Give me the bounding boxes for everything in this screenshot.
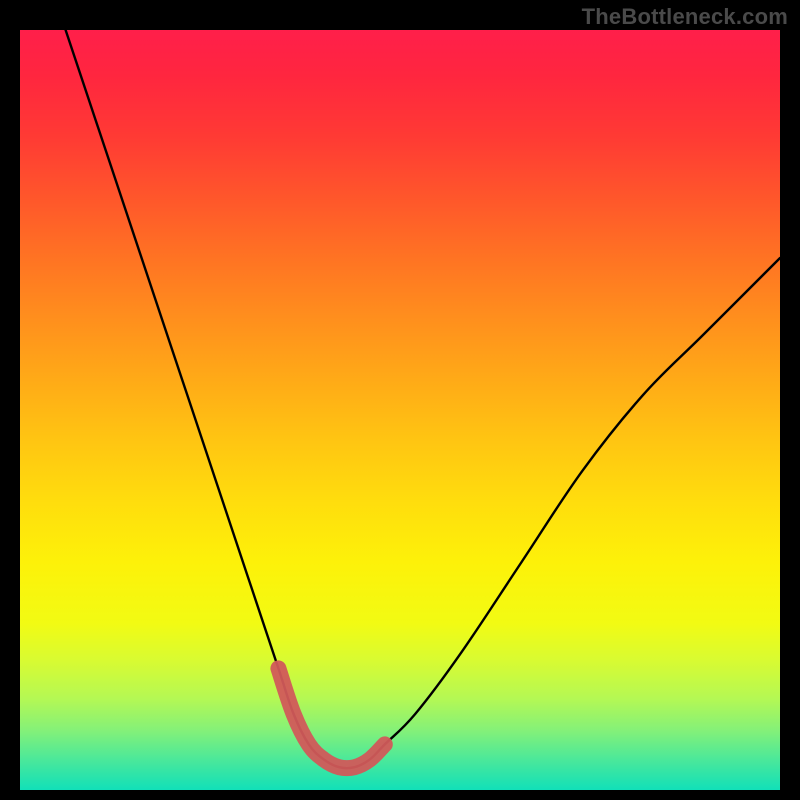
curve-svg [20,30,780,790]
highlight-segment [278,668,384,768]
watermark-text: TheBottleneck.com [582,4,788,30]
plot-area [20,30,780,790]
bottleneck-curve [66,30,780,768]
chart-container: TheBottleneck.com [0,0,800,800]
